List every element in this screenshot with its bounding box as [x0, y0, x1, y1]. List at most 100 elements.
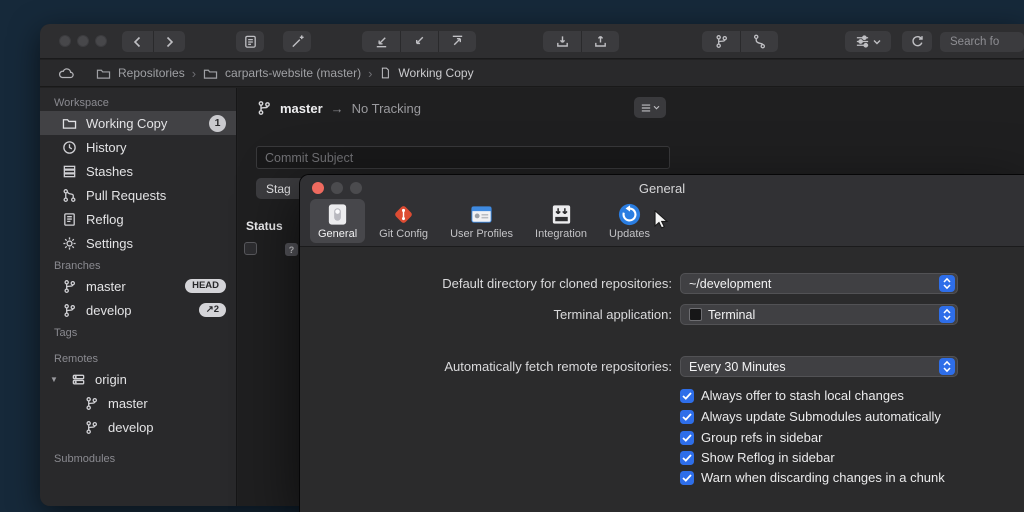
- sidebar-item-label: Working Copy: [86, 116, 200, 131]
- checkbox-checked[interactable]: [680, 471, 694, 485]
- breadcrumb-repositories[interactable]: Repositories: [118, 66, 185, 80]
- sidebar-branch-develop[interactable]: develop ↗2: [40, 298, 236, 322]
- tab-general[interactable]: General: [310, 199, 365, 243]
- chevron-down-icon: [653, 105, 660, 110]
- general-icon: [325, 202, 350, 227]
- settings-dropdown[interactable]: [845, 31, 891, 52]
- minimize-button[interactable]: [77, 35, 89, 47]
- tracking-arrow: →: [331, 101, 344, 116]
- branch-icon: [62, 279, 77, 294]
- tab-updates[interactable]: Updates: [601, 199, 658, 243]
- remote-label: origin: [95, 372, 226, 387]
- sidebar-remote-branch-develop[interactable]: develop: [40, 415, 236, 439]
- stage-button-label: Stag: [266, 182, 291, 196]
- sidebar-item-pull-requests[interactable]: Pull Requests: [40, 183, 236, 207]
- checkbox-row-group-refs: Group refs in sidebar: [680, 429, 822, 446]
- sidebar-item-label: Stashes: [86, 164, 226, 179]
- preferences-tabs: General Git Config User Profiles Integra…: [310, 199, 658, 243]
- disclosure-triangle[interactable]: ▼: [50, 375, 62, 384]
- merge-button[interactable]: [740, 31, 778, 52]
- branch-status-row: master → No Tracking: [256, 100, 421, 116]
- breadcrumb-page: Working Copy: [398, 66, 473, 80]
- push-button[interactable]: [438, 31, 476, 52]
- tab-git-config[interactable]: Git Config: [371, 199, 436, 243]
- discard-button[interactable]: [283, 31, 311, 52]
- updates-icon: [617, 202, 642, 227]
- tab-user-profiles[interactable]: User Profiles: [442, 199, 521, 243]
- commit-button[interactable]: [236, 31, 264, 52]
- stashes-icon: [62, 164, 77, 179]
- sidebar-remote-origin[interactable]: ▼ origin: [40, 367, 236, 391]
- branch-label: develop: [86, 303, 190, 318]
- repositories-icon: [96, 67, 111, 80]
- status-header: Status: [246, 219, 283, 233]
- zoom-button[interactable]: [95, 35, 107, 47]
- sidebar-item-stashes[interactable]: Stashes: [40, 159, 236, 183]
- wand-icon: [290, 34, 305, 49]
- ahead-badge: ↗2: [199, 303, 226, 317]
- fetch-button[interactable]: [400, 31, 438, 52]
- sidebar-remote-branch-master[interactable]: master: [40, 391, 236, 415]
- unstash-button[interactable]: [581, 31, 619, 52]
- branch-icon: [256, 100, 272, 116]
- checkbox-row-show-reflog: Show Reflog in sidebar: [680, 449, 835, 466]
- field-label-clone-directory: Default directory for cloned repositorie…: [300, 273, 672, 294]
- checkbox-checked[interactable]: [680, 451, 694, 465]
- forward-button[interactable]: [153, 31, 185, 52]
- checkbox-label: Always update Submodules automatically: [701, 409, 941, 424]
- search-field: [940, 32, 1024, 52]
- stash-group: [543, 31, 619, 52]
- branch-icon: [84, 396, 99, 411]
- breadcrumb-repo[interactable]: carparts-website (master): [225, 66, 361, 80]
- page-icon: [379, 66, 391, 80]
- clone-directory-dropdown[interactable]: ~/development: [680, 273, 958, 294]
- stash-button[interactable]: [543, 31, 581, 52]
- gear-icon: [62, 236, 77, 251]
- remote-icon: [71, 372, 86, 387]
- dropdown-value: Every 30 Minutes: [689, 360, 786, 374]
- commit-options-dropdown[interactable]: [634, 97, 666, 118]
- checkbox-label: Show Reflog in sidebar: [701, 450, 835, 465]
- terminal-icon: [689, 308, 702, 321]
- screenshot: Repositories › carparts-website (master)…: [0, 0, 1024, 512]
- commit-subject-input[interactable]: [256, 146, 670, 169]
- checkbox-checked[interactable]: [680, 389, 694, 403]
- sidebar-item-settings[interactable]: Settings: [40, 231, 236, 255]
- tracking-status: No Tracking: [352, 101, 421, 116]
- dialog-title: General: [300, 181, 1024, 196]
- checkbox-label: Always offer to stash local changes: [701, 388, 904, 403]
- sidebar: Workspace Working Copy 1 History Stashes…: [40, 88, 237, 506]
- sidebar-branch-master[interactable]: master HEAD: [40, 274, 236, 298]
- current-branch: master: [280, 101, 323, 116]
- terminal-app-dropdown[interactable]: Terminal: [680, 304, 958, 325]
- sidebar-item-history[interactable]: History: [40, 135, 236, 159]
- checkbox-row-update-submodules: Always update Submodules automatically: [680, 408, 941, 425]
- reflog-icon: [62, 212, 77, 227]
- folder-icon: [203, 67, 218, 80]
- dropdown-value: Terminal: [708, 308, 755, 322]
- back-button[interactable]: [122, 31, 153, 52]
- sidebar-item-label: Reflog: [86, 212, 226, 227]
- auto-fetch-dropdown[interactable]: Every 30 Minutes: [680, 356, 958, 377]
- stepper-icon: [939, 358, 955, 375]
- branches-header: Branches: [40, 260, 236, 272]
- cloud-icon: [58, 67, 75, 79]
- field-label-terminal-app: Terminal application:: [300, 304, 672, 325]
- git-config-icon: [391, 202, 416, 227]
- search-input[interactable]: [950, 36, 1020, 48]
- checkbox-checked[interactable]: [680, 431, 694, 445]
- tab-integration[interactable]: Integration: [527, 199, 595, 243]
- folder-icon: [62, 117, 77, 130]
- sidebar-item-reflog[interactable]: Reflog: [40, 207, 236, 231]
- checkbox-checked[interactable]: [680, 410, 694, 424]
- close-button[interactable]: [59, 35, 71, 47]
- sync-group: [362, 31, 476, 52]
- dropdown-value: ~/development: [689, 277, 771, 291]
- branch-button[interactable]: [702, 31, 740, 52]
- main-toolbar: [40, 24, 1024, 59]
- pull-button[interactable]: [362, 31, 400, 52]
- file-checkbox[interactable]: [244, 242, 257, 255]
- sidebar-item-working-copy[interactable]: Working Copy 1: [40, 111, 236, 135]
- integration-icon: [549, 202, 574, 227]
- refresh-button[interactable]: [902, 31, 932, 52]
